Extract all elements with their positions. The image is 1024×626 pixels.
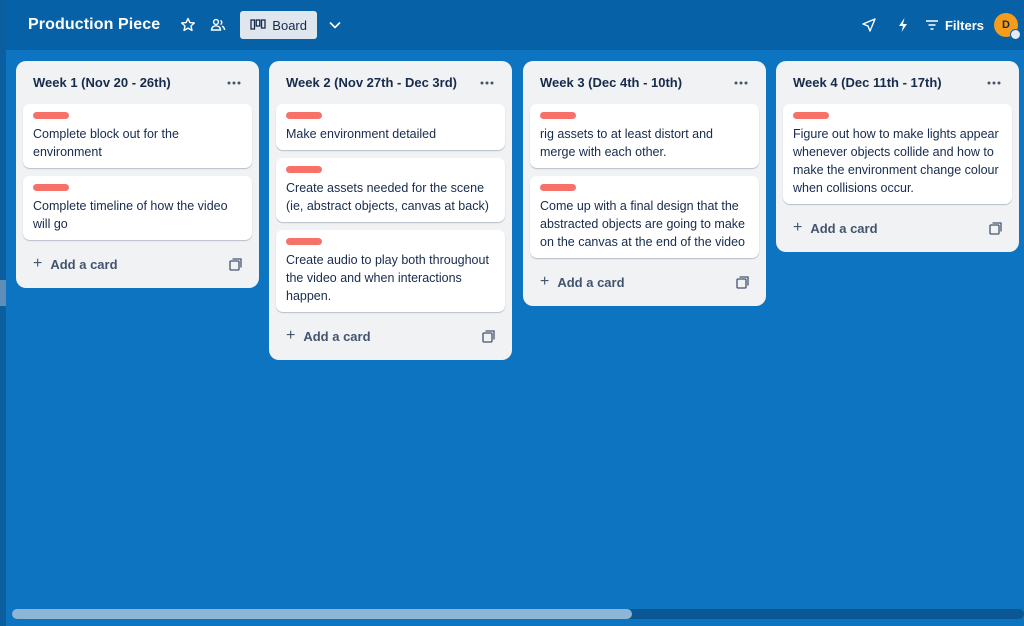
add-card-button[interactable]: + Add a card <box>286 327 371 345</box>
add-card-button[interactable]: + Add a card <box>33 255 118 273</box>
lightning-icon <box>898 18 907 32</box>
card-label-red[interactable] <box>33 112 69 119</box>
card-label-red[interactable] <box>33 184 69 191</box>
left-edge-marker <box>0 280 6 306</box>
left-edge-strip <box>0 0 6 626</box>
list-header: Week 4 (Dec 11th - 17th) <box>783 61 1012 104</box>
card[interactable]: Complete block out for the environment <box>23 104 252 168</box>
list-menu-button[interactable] <box>477 73 497 93</box>
board-header: Production Piece Board Filters D <box>6 0 1024 50</box>
card[interactable]: Create audio to play both throughout the… <box>276 230 505 312</box>
plus-icon: + <box>33 255 43 272</box>
card-label-red[interactable] <box>540 184 576 191</box>
card[interactable]: Create assets needed for the scene (ie, … <box>276 158 505 222</box>
list-week-1: Week 1 (Nov 20 - 26th) Complete block ou… <box>16 61 259 288</box>
people-icon <box>211 18 226 31</box>
list-week-3: Week 3 (Dec 4th - 10th) rig assets to at… <box>523 61 766 306</box>
more-icon <box>987 81 1001 84</box>
list-week-4: Week 4 (Dec 11th - 17th) Figure out how … <box>776 61 1019 252</box>
filters-label: Filters <box>944 17 984 33</box>
star-button[interactable] <box>174 11 202 39</box>
board-title[interactable]: Production Piece <box>28 16 160 34</box>
board-icon <box>250 19 266 30</box>
filters-button[interactable]: Filters <box>925 18 984 33</box>
plus-icon: + <box>286 327 296 344</box>
create-from-template-button[interactable] <box>986 219 1004 237</box>
list-menu-button[interactable] <box>731 73 751 93</box>
card-title: Complete timeline of how the video will … <box>33 199 228 231</box>
header-actions: Filters D <box>849 0 1024 50</box>
list-footer: + Add a card <box>530 266 759 298</box>
card[interactable]: Figure out how to make lights appear whe… <box>783 104 1012 204</box>
card-title: rig assets to at least distort and merge… <box>540 127 714 159</box>
card[interactable]: Come up with a final design that the abs… <box>530 176 759 258</box>
list-title[interactable]: Week 2 (Nov 27th - Dec 3rd) <box>286 75 457 90</box>
card-title: Make environment detailed <box>286 127 437 141</box>
list-menu-button[interactable] <box>224 73 244 93</box>
list-footer: + Add a card <box>23 248 252 280</box>
add-card-label: Add a card <box>303 328 371 344</box>
scrollbar-thumb[interactable] <box>12 609 632 619</box>
plus-icon: + <box>540 273 550 290</box>
board-view-label: Board <box>272 17 307 33</box>
list-week-2: Week 2 (Nov 27th - Dec 3rd) Make environ… <box>269 61 512 360</box>
card-label-red[interactable] <box>286 166 322 173</box>
card[interactable]: rig assets to at least distort and merge… <box>530 104 759 168</box>
plus-icon: + <box>793 219 803 236</box>
card-title: Come up with a final design that the abs… <box>540 199 746 249</box>
template-icon <box>735 275 749 289</box>
card[interactable]: Make environment detailed <box>276 104 505 150</box>
visibility-button[interactable] <box>204 11 232 39</box>
create-from-template-button[interactable] <box>733 273 751 291</box>
card-label-red[interactable] <box>286 238 322 245</box>
list-title[interactable]: Week 4 (Dec 11th - 17th) <box>793 75 942 90</box>
card-label-red[interactable] <box>540 112 576 119</box>
send-icon <box>862 18 876 32</box>
list-footer: + Add a card <box>783 212 1012 244</box>
create-from-template-button[interactable] <box>226 255 244 273</box>
card[interactable]: Complete timeline of how the video will … <box>23 176 252 240</box>
add-card-label: Add a card <box>50 256 118 272</box>
more-icon <box>734 81 748 84</box>
avatar[interactable]: D <box>994 13 1021 40</box>
add-card-button[interactable]: + Add a card <box>540 273 625 291</box>
card-label-red[interactable] <box>793 112 829 119</box>
automation-button[interactable] <box>889 11 917 39</box>
list-title[interactable]: Week 3 (Dec 4th - 10th) <box>540 75 682 90</box>
chevron-down-icon <box>329 21 341 29</box>
create-from-template-button[interactable] <box>479 327 497 345</box>
template-icon <box>228 257 242 271</box>
add-card-label: Add a card <box>557 274 625 290</box>
avatar-badge-icon <box>1010 29 1021 40</box>
filter-icon <box>925 20 938 30</box>
list-title[interactable]: Week 1 (Nov 20 - 26th) <box>33 75 171 90</box>
more-icon <box>480 81 494 84</box>
list-header: Week 1 (Nov 20 - 26th) <box>23 61 252 104</box>
more-icon <box>227 81 241 84</box>
list-header: Week 3 (Dec 4th - 10th) <box>530 61 759 104</box>
add-card-button[interactable]: + Add a card <box>793 219 878 237</box>
view-switcher-button[interactable] <box>321 11 349 39</box>
card-title: Figure out how to make lights appear whe… <box>793 127 999 195</box>
add-card-label: Add a card <box>810 220 878 236</box>
avatar-initial: D <box>1002 19 1010 31</box>
star-icon <box>181 17 196 32</box>
template-icon <box>988 221 1002 235</box>
card-title: Create assets needed for the scene (ie, … <box>286 181 489 213</box>
card-title: Complete block out for the environment <box>33 127 179 159</box>
list-menu-button[interactable] <box>984 73 1004 93</box>
horizontal-scrollbar[interactable] <box>12 609 1024 619</box>
card-title: Create audio to play both throughout the… <box>286 253 489 303</box>
power-ups-button[interactable] <box>855 11 883 39</box>
card-label-red[interactable] <box>286 112 322 119</box>
list-footer: + Add a card <box>276 320 505 352</box>
template-icon <box>481 329 495 343</box>
board-view-button[interactable]: Board <box>240 11 317 39</box>
list-header: Week 2 (Nov 27th - Dec 3rd) <box>276 61 505 104</box>
